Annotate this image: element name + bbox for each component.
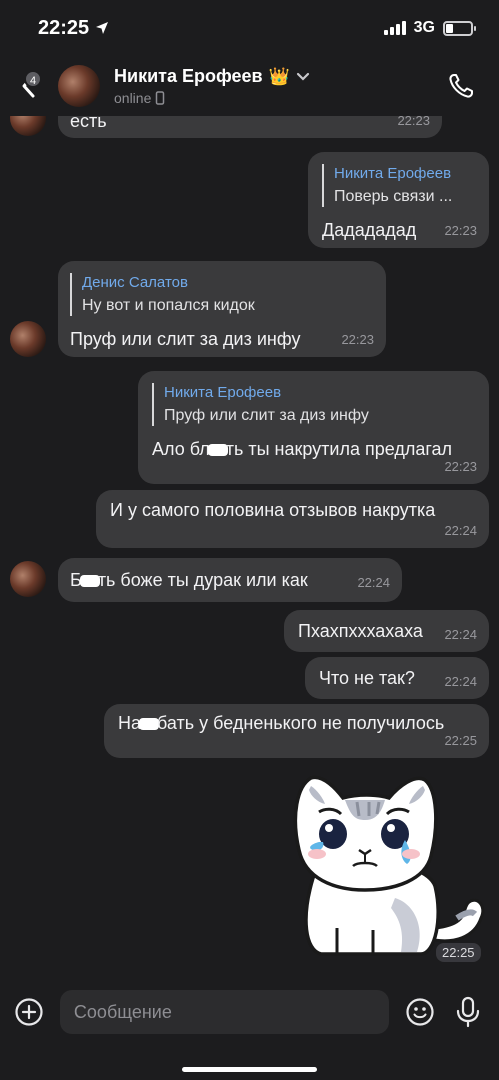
crown-emoji: 👑 xyxy=(268,66,290,86)
message-text: Бть боже ты дурак или как xyxy=(70,570,308,590)
quote-text: Поверь связи ... xyxy=(334,188,453,205)
quote-author: Денис Салатов xyxy=(82,274,188,291)
call-button[interactable] xyxy=(443,68,479,104)
message-bubble-outgoing[interactable]: И у самого половина отзывов накрутка 22:… xyxy=(96,490,489,548)
status-time: 22:25 xyxy=(38,16,90,39)
status-bar: 22:25 3G xyxy=(0,0,499,56)
avatar[interactable] xyxy=(58,65,100,107)
phone-icon xyxy=(449,74,473,98)
quote-text: Пруф или слит за диз инфу xyxy=(164,407,369,424)
message-text: И у самого половина отзывов накрутка xyxy=(110,500,436,520)
message-bubble-outgoing[interactable]: Никита Ерофеев Поверь связи ... Дададада… xyxy=(308,152,489,248)
message-text: Пруф или слит за диз инфу xyxy=(70,329,301,349)
contact-name: Никита Ерофеев xyxy=(114,66,263,86)
emoji-button[interactable] xyxy=(403,990,437,1034)
voice-message-button[interactable] xyxy=(451,990,485,1034)
unread-badge: 4 xyxy=(24,70,42,88)
contact-info[interactable]: Никита Ерофеев 👑 online xyxy=(114,66,443,106)
quote-text: Ну вот и попался кидок xyxy=(82,297,255,314)
sender-avatar[interactable] xyxy=(10,561,46,597)
message-bubble-outgoing[interactable]: Никита Ерофеев Пруф или слит за диз инфу… xyxy=(138,371,489,484)
message-text: На бать у бедненького не получилось xyxy=(118,713,445,733)
message-time: 22:23 xyxy=(444,459,477,474)
message-time: 22:23 xyxy=(397,116,430,128)
message-bubble-incoming[interactable]: есть 22:23 xyxy=(58,116,442,138)
message-time: 22:24 xyxy=(444,627,477,642)
message-bubble-outgoing[interactable]: Что не так? 22:24 xyxy=(305,657,489,699)
reply-quote[interactable]: Никита Ерофеев Поверь связи ... xyxy=(322,164,477,207)
sender-avatar[interactable] xyxy=(10,116,46,136)
message-bubble-incoming[interactable]: Денис Салатов Ну вот и попался кидок Пру… xyxy=(58,261,386,357)
home-indicator[interactable] xyxy=(182,1067,317,1072)
message-time: 22:25 xyxy=(444,733,477,748)
message-bubble-outgoing[interactable]: Пхахпхххахаха 22:24 xyxy=(284,610,489,652)
plus-circle-icon xyxy=(15,998,43,1026)
message-time: 22:24 xyxy=(444,523,477,538)
microphone-icon xyxy=(456,996,480,1028)
message-time: 22:24 xyxy=(357,575,390,590)
back-button[interactable]: 4 xyxy=(10,64,46,108)
message-time: 22:24 xyxy=(444,674,477,689)
crying-cat-sticker[interactable] xyxy=(285,768,489,968)
signal-icon xyxy=(383,21,406,35)
chevron-down-icon xyxy=(296,72,309,81)
quote-author: Никита Ерофеев xyxy=(164,384,282,401)
message-composer xyxy=(0,982,499,1080)
message-bubble-outgoing[interactable]: На бать у бедненького не получилось 22:25 xyxy=(104,704,489,758)
message-text: Ало бл ть ты накрутила предлагал xyxy=(152,439,453,459)
attach-button[interactable] xyxy=(12,990,46,1034)
message-text: есть xyxy=(70,116,107,131)
location-arrow-icon xyxy=(96,22,109,34)
chat-header: 4 Никита Ерофеев 👑 online xyxy=(0,56,499,116)
message-list[interactable]: есть 22:23 Никита Ерофеев Поверь связи .… xyxy=(0,116,499,982)
message-bubble-incoming[interactable]: Бть боже ты дурак или как 22:24 xyxy=(58,558,402,602)
reply-quote[interactable]: Денис Салатов Ну вот и попался кидок xyxy=(70,273,374,316)
reply-quote[interactable]: Никита Ерофеев Пруф или слит за диз инфу xyxy=(152,383,477,426)
mobile-device-icon xyxy=(156,91,165,105)
battery-icon xyxy=(443,20,476,36)
message-time: 22:23 xyxy=(341,332,374,347)
message-input[interactable] xyxy=(59,990,390,1034)
network-type: 3G xyxy=(413,19,435,36)
quote-author: Никита Ерофеев xyxy=(334,165,452,182)
smiley-icon xyxy=(406,998,434,1026)
sticker-time: 22:25 xyxy=(436,943,481,962)
censor-mark xyxy=(79,575,100,588)
message-time: 22:23 xyxy=(444,223,477,238)
sender-avatar[interactable] xyxy=(10,321,46,357)
online-status: online xyxy=(114,90,152,106)
censor-mark xyxy=(207,444,228,457)
